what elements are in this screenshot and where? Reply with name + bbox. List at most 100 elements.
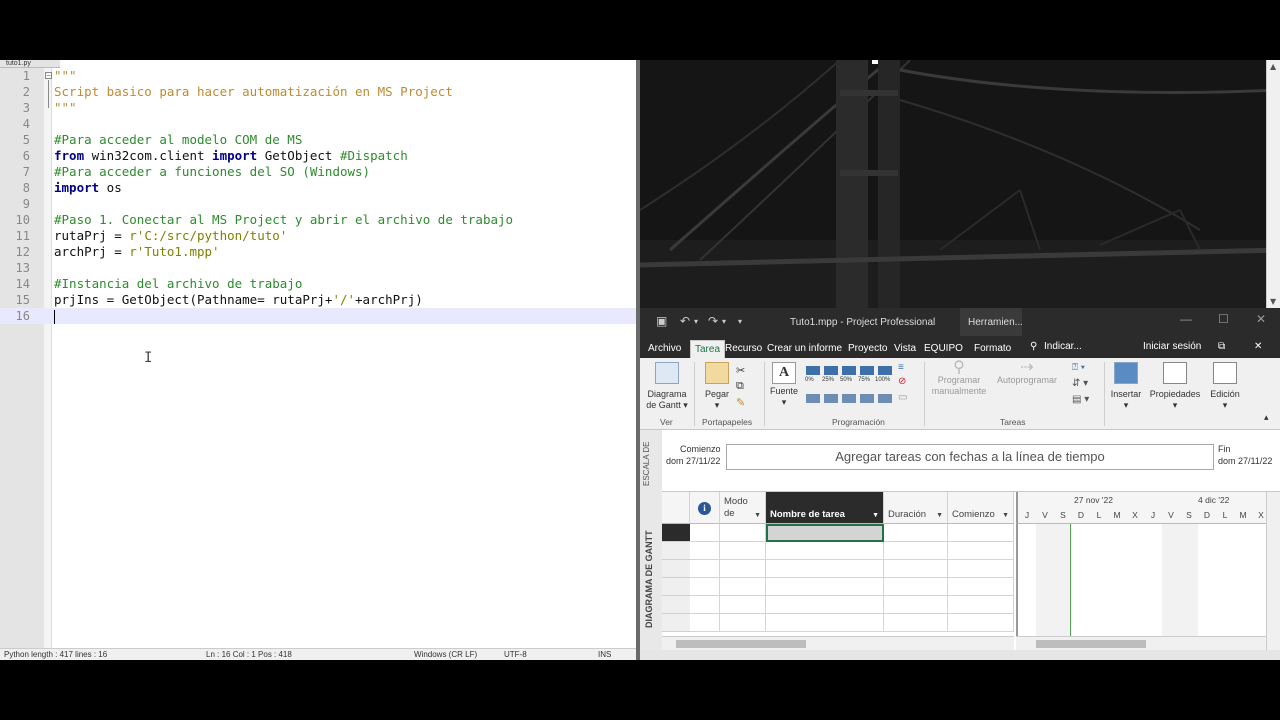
row-header[interactable] [662,596,690,614]
task-cell[interactable] [720,560,766,578]
task-cell[interactable] [948,542,1014,560]
gantt-chart-area[interactable] [1016,524,1266,636]
context-tab-tools[interactable]: Herramien... [960,308,1022,336]
code-line[interactable]: 7 #Para acceder a funciones del SO (Windo… [0,164,636,180]
signin-link[interactable]: Iniciar sesión [1143,341,1201,352]
code-line[interactable]: 3 """ [0,100,636,116]
row-header[interactable] [662,524,690,542]
code-line[interactable]: 12 archPrj = r'Tuto1.mpp' [0,244,636,260]
row-header[interactable] [662,614,690,632]
code-editor[interactable]: tuto1.py − 1 """ 2 Script basico para hacer… [0,60,636,660]
task-cell[interactable] [884,524,948,542]
timeline-bar[interactable]: Agregar tareas con fechas a la línea de … [726,444,1214,470]
tab-recurso[interactable]: Recurso [721,340,766,358]
col-duration[interactable]: Duración ▼ [884,492,948,524]
code-line[interactable]: 15 prjIns = GetObject(Pathname= rutaPrj+'… [0,292,636,308]
code-line[interactable]: 16 [0,308,636,324]
auto-schedule-button[interactable]: ⇢ Autoprogramar [994,360,1060,386]
gantt-hscrollbar[interactable] [1016,636,1266,650]
scroll-down-icon[interactable]: ▼ [1270,297,1276,306]
update-icon[interactable]: ≡ [898,362,904,373]
wallpaper-scrollbar[interactable]: ▲ ▼ [1266,60,1280,308]
task-cell[interactable] [690,614,720,632]
close-doc-icon[interactable]: ✕ [1254,341,1262,352]
editing-button[interactable]: Edición ▾ [1204,362,1246,411]
tab-proyecto[interactable]: Proyecto [844,340,891,358]
task-cell[interactable] [884,542,948,560]
undo-dropdown-icon[interactable]: ▾ [694,317,698,326]
task-cell[interactable] [766,596,884,614]
editor-tab[interactable]: tuto1.py [0,60,60,68]
col-task-name[interactable]: Nombre de tarea ▼ [766,492,884,524]
indent-icon[interactable] [842,394,856,403]
gantt-vscrollbar[interactable] [1266,492,1280,650]
cut-icon[interactable]: ✂ [736,364,745,377]
redo-icon[interactable]: ↷ [708,314,718,328]
select-all-corner[interactable] [662,492,690,524]
tab-vista[interactable]: Vista [890,340,920,358]
properties-button[interactable]: Propiedades ▾ [1148,362,1202,411]
task-cell[interactable] [948,596,1014,614]
close-window-icon[interactable]: ✕ [1256,312,1266,326]
progress-50-icon[interactable] [842,366,856,375]
task-cell[interactable] [766,542,884,560]
task-cell[interactable] [690,524,720,542]
respect-links-icon[interactable]: ⊘ [898,376,906,387]
insert-button[interactable]: Insertar ▾ [1106,362,1146,411]
move-task-icon[interactable] [806,394,820,403]
col-start-dropdown-icon[interactable]: ▼ [1002,512,1009,519]
paste-button[interactable]: Pegar ▾ [700,362,734,411]
code-line[interactable]: 4 [0,116,636,132]
font-button[interactable]: A Fuente ▾ [768,362,800,408]
row-header[interactable] [662,578,690,596]
code-line[interactable]: 6 from win32com.client import GetObject #… [0,148,636,164]
tab-formato[interactable]: Formato [970,340,1015,358]
task-cell[interactable] [884,578,948,596]
code-line[interactable]: 8 import os [0,180,636,196]
tab-tarea[interactable]: Tarea [690,340,726,358]
redo-dropdown-icon[interactable]: ▾ [722,317,726,326]
collapse-ribbon-icon[interactable]: ▴ [1264,412,1269,423]
col-duration-dropdown-icon[interactable]: ▼ [936,512,943,519]
task-cell[interactable] [884,596,948,614]
ribbon-display-icon[interactable]: ⧉ [1218,341,1225,352]
scroll-up-icon[interactable]: ▲ [1270,62,1276,71]
tab-archivo[interactable]: Archivo [644,340,685,358]
undo-icon[interactable]: ↶ [680,314,690,328]
tab-crear-informe[interactable]: Crear un informe [763,340,846,358]
mode-icon[interactable]: ▤ ▾ [1072,394,1089,405]
task-cell[interactable] [690,542,720,560]
col-indicators[interactable]: i [690,492,720,524]
task-cell[interactable] [884,614,948,632]
task-cell[interactable] [766,560,884,578]
task-cell[interactable] [690,596,720,614]
task-cell[interactable] [720,524,766,542]
task-cell[interactable] [720,578,766,596]
task-cell[interactable] [690,578,720,596]
link-tasks-icon[interactable] [860,394,874,403]
copy-icon[interactable]: ⧉ [736,380,744,393]
progress-25-icon[interactable] [824,366,838,375]
minimize-icon[interactable]: — [1180,312,1192,326]
task-cell[interactable] [720,614,766,632]
col-task-mode[interactable]: Modo de ▼ [720,492,766,524]
outdent-icon[interactable] [824,394,838,403]
table-hscrollbar[interactable] [662,636,1014,650]
code-line[interactable]: 2 Script basico para hacer automatización… [0,84,636,100]
code-line[interactable]: 14 #Instancia del archivo de trabajo [0,276,636,292]
code-line[interactable]: 1 """ [0,68,636,84]
inactivate-icon[interactable]: ▭ [898,392,907,403]
progress-0-icon[interactable] [806,366,820,375]
task-cell[interactable] [766,524,884,542]
task-cell[interactable] [884,560,948,578]
format-painter-icon[interactable]: ✎ [736,396,745,409]
row-header[interactable] [662,560,690,578]
task-cell[interactable] [766,578,884,596]
gantt-chart-button[interactable]: Diagrama de Gantt ▾ [644,362,690,411]
customize-qat-icon[interactable]: ▾ [738,317,742,326]
col-task-name-dropdown-icon[interactable]: ▼ [872,512,879,519]
table-scroll-thumb[interactable] [676,640,806,648]
code-line[interactable]: 9 [0,196,636,212]
move-icon[interactable]: ⇵ ▾ [1072,378,1088,389]
task-cell[interactable] [690,560,720,578]
